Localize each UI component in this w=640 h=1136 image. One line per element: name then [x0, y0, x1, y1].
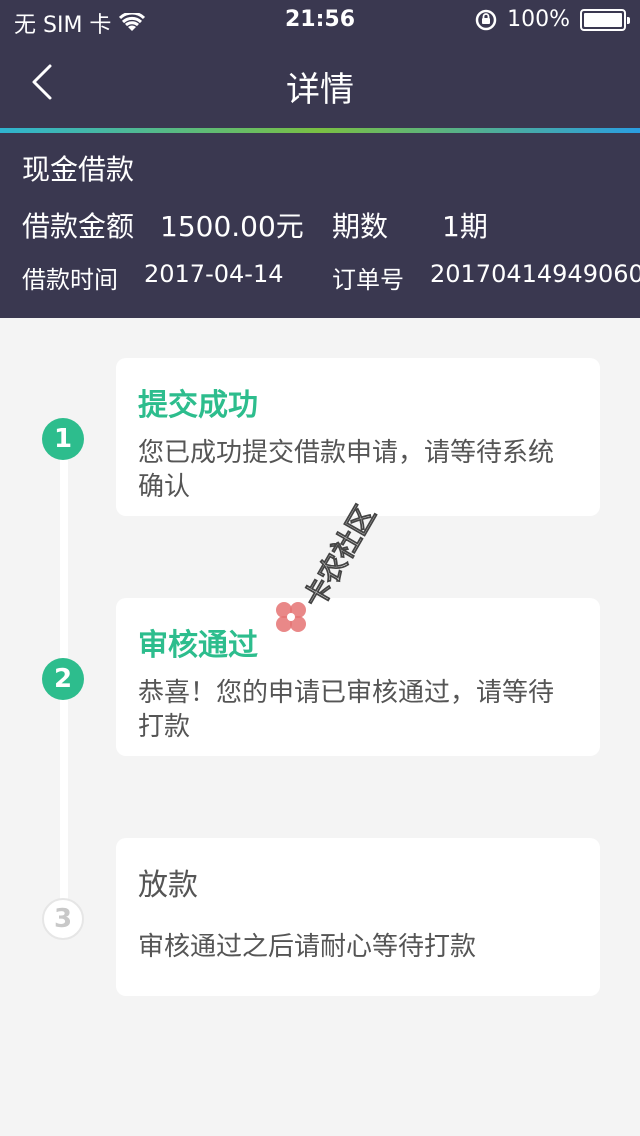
status-right: 100%	[475, 7, 630, 32]
step-3-card: 放款 审核通过之后请耐心等待打款	[116, 838, 600, 996]
step-2-number: 2	[42, 658, 84, 700]
battery-percent: 100%	[507, 7, 570, 32]
step-3-number: 3	[42, 898, 84, 940]
step-1-title: 提交成功	[138, 388, 258, 423]
amount-label: 借款金额	[22, 210, 135, 243]
battery-icon	[580, 8, 630, 31]
step-3-title: 放款	[138, 868, 198, 903]
period-value: 1期	[442, 210, 488, 243]
page-title: 详情	[286, 70, 354, 110]
header: 无 SIM 卡 21:56 100% 详情 现金借款 借款金额 1500.00元…	[0, 0, 640, 318]
accent-divider	[0, 128, 640, 133]
watermark-logo: 卡农社区	[276, 500, 382, 632]
loan-type: 现金借款	[22, 153, 135, 186]
period-label: 期数	[332, 210, 389, 243]
orientation-lock-icon	[475, 9, 497, 30]
svg-text:卡农社区: 卡农社区	[297, 500, 382, 614]
nav-bar: 详情	[0, 40, 640, 128]
order-label: 订单号	[332, 266, 404, 294]
status-bar: 无 SIM 卡 21:56 100%	[0, 0, 640, 40]
step-1-number: 1	[42, 418, 84, 460]
step-2-desc: 恭喜！您的申请已审核通过，请等待打款	[138, 678, 555, 742]
time-value: 2017-04-14	[144, 260, 284, 288]
time-label: 借款时间	[22, 266, 118, 294]
order-value: 20170414949060	[430, 260, 640, 288]
amount-value: 1500.00元	[160, 210, 304, 243]
step-3-desc: 审核通过之后请耐心等待打款	[138, 932, 477, 962]
step-2-title: 审核通过	[138, 628, 258, 663]
